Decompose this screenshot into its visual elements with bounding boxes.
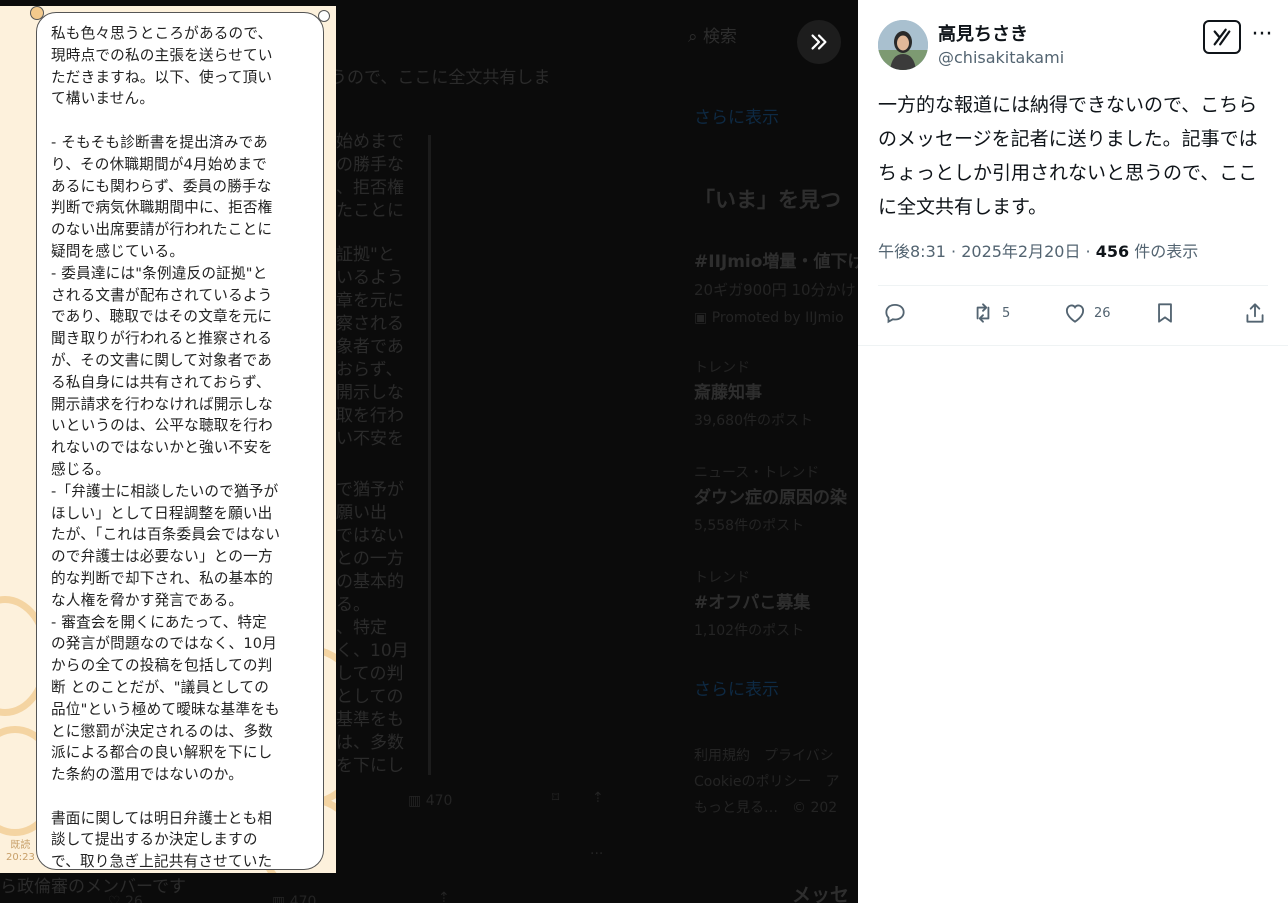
promoted-by: ▣ Promoted by IIJmio (694, 310, 844, 326)
share-icon (1246, 303, 1264, 323)
like-count: 26 (1094, 305, 1111, 321)
background-fragment: 、拒否権 (336, 178, 404, 198)
trend-name: ダウン症の原因の染 (694, 488, 847, 508)
avatar[interactable] (878, 20, 928, 70)
trend-name: 斎藤知事 (694, 383, 762, 403)
background-fragment: しての判 (336, 664, 404, 684)
background-fragment: 基準をも (336, 710, 404, 730)
background-fragment: る。 (336, 595, 370, 615)
grok-button[interactable] (1203, 20, 1241, 54)
retweet-count: 5 (1002, 305, 1011, 321)
background-fragment: い不安を (336, 429, 404, 449)
tweet-date[interactable]: 2025年2月20日 (961, 242, 1080, 261)
trend-category: トレンド (694, 570, 750, 586)
trend-count: 39,680件のポスト (694, 413, 813, 429)
background-fragment: としての (336, 687, 404, 707)
more-options-button[interactable]: ··· (1248, 20, 1276, 54)
display-name[interactable]: 高見ちさき (938, 20, 1028, 46)
avatar-image (878, 20, 928, 70)
background-fragment: 、特定 (336, 618, 387, 638)
background-fragment: 始めまで (336, 132, 404, 152)
trends-heading: 「いま」を見つ (694, 188, 841, 212)
divider (858, 345, 1288, 346)
background-likes: ♡ 26 (108, 894, 143, 903)
background-fragment: ではない (336, 526, 404, 546)
trend-count: 5,558件のポスト (694, 518, 805, 534)
user-handle[interactable]: @chisakitakami (938, 48, 1064, 67)
trend-category: トレンド (694, 360, 750, 376)
background-fragment: く、10月 (336, 641, 409, 661)
like-button[interactable]: 26 (1062, 300, 1111, 326)
share-button[interactable] (1242, 300, 1268, 326)
footer-links: Cookieのポリシー ア (694, 774, 840, 790)
background-fragment: は、多数 (336, 733, 404, 753)
trend-name: #オフパこ募集 (694, 593, 811, 613)
heart-icon (1065, 304, 1085, 323)
show-more-link: さらに表示 (694, 108, 779, 128)
search-input: ⌕ 検索 (688, 27, 737, 47)
background-fragment: を下にし (336, 756, 404, 776)
background-fragment: 章を元に (336, 291, 404, 311)
background-share-icon-bottom: ⇡ (438, 890, 450, 903)
trend-count: 1,102件のポスト (694, 623, 805, 639)
show-more-link: さらに表示 (694, 680, 779, 700)
double-chevron-right-icon (811, 34, 827, 50)
background-fragment: 察される (336, 314, 404, 334)
background-fragment: の勝手な (336, 155, 404, 175)
bookmark-button[interactable] (1152, 300, 1178, 326)
trend-category: ニュース・トレンド (694, 465, 820, 481)
background-tweet-text: うので、ここに全文共有しま (330, 68, 551, 88)
bubble-tail (30, 6, 44, 20)
background-divider (428, 135, 431, 775)
background-share-icon: ⇡ (592, 790, 604, 806)
reply-icon (885, 303, 905, 324)
background-views: ▥ 470 (408, 793, 453, 809)
promoted-trend-sub: 20ギガ900円 10分かけ (694, 281, 856, 299)
retweet-icon (976, 303, 990, 323)
footer-links: もっと見る… © 202 (694, 800, 838, 816)
promoted-trend-title: #IIJmio増量・値下げ (694, 252, 858, 272)
background-fragment: で猶予が (336, 480, 404, 500)
background-fragment: 願い出 (336, 503, 387, 523)
background-fragment: の基本的 (336, 572, 404, 592)
tweet-actions: 5 26 (882, 300, 1272, 332)
tweet-time[interactable]: 午後8:31 (878, 242, 946, 261)
grok-icon (1213, 28, 1231, 46)
background-fragment: 開示しな (336, 383, 404, 403)
messages-drawer: メッセ (792, 884, 850, 903)
background-views-bottom: ▥ 470 (272, 894, 317, 903)
background-more-icon: ··· (590, 846, 604, 862)
bookmark-icon (1158, 303, 1172, 323)
tweet-meta: 午後8:31 · 2025年2月20日 · 456 件の表示 (878, 242, 1199, 261)
read-receipt: 既読 20:23 (6, 840, 35, 863)
background-fragment: おらず、 (336, 360, 403, 380)
expand-panel-button[interactable] (797, 20, 841, 64)
bubble-dot (318, 10, 330, 22)
footer-links: 利用規約 プライバシ (694, 748, 834, 764)
background-fragment: との一方 (336, 549, 404, 569)
view-count: 456 (1095, 242, 1130, 261)
background-fragment: 証拠"と (336, 245, 395, 265)
divider (878, 285, 1268, 286)
retweet-button[interactable]: 5 (970, 300, 1010, 326)
background-bookmark-icon: ⌑ (552, 790, 560, 806)
chat-bubble: 私も色々思うところがあるので、 現時点での私の主張を送らせてい ただきますね。以… (36, 12, 324, 870)
tweet-text: 一方的な報道には納得できないので、こちらのメッセージを記者に送りました。記事では… (878, 94, 1258, 218)
background-fragment: 象者であ (336, 337, 404, 357)
background-fragment: いるよう (336, 268, 404, 288)
tweet-panel: 高見ちさき @chisakitakami ··· 一方的な報道には納得できないの… (858, 0, 1288, 903)
reply-button[interactable] (882, 300, 908, 326)
background-fragment: たことに (336, 201, 404, 221)
background-fragment: 取を行わ (336, 406, 404, 426)
background-caption: ら政倫審のメンバーです (0, 877, 186, 897)
chat-message: 私も色々思うところがあるので、 現時点での私の主張を送らせてい ただきますね。以… (51, 25, 281, 871)
media-image: 既読 20:23 私も色々思うところがあるので、 現時点での私の主張を送らせてい… (0, 6, 336, 873)
